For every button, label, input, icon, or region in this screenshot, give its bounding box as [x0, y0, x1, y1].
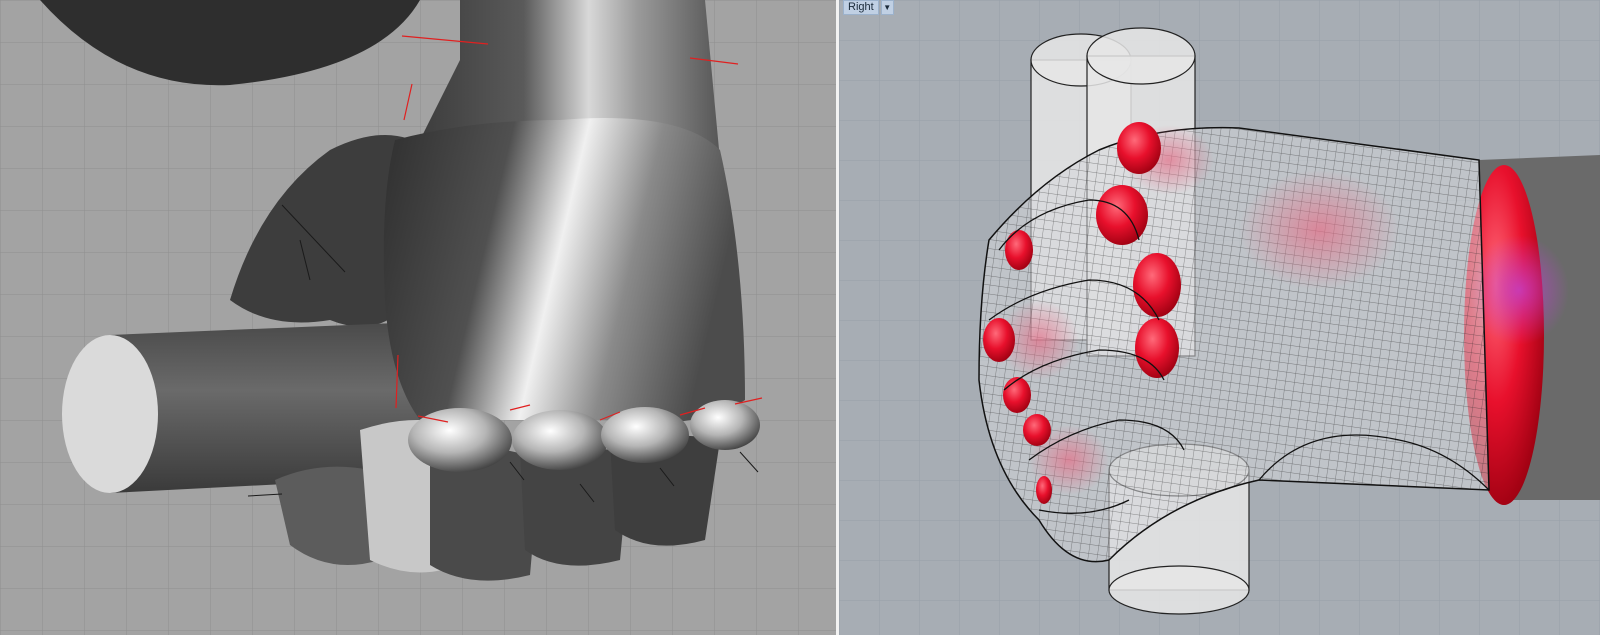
chevron-down-icon[interactable]: ▼ [880, 0, 894, 15]
viewport-title-bar: Right ▼ [843, 0, 894, 15]
pink-region-1 [1239, 170, 1399, 290]
viewport-name-tab[interactable]: Right [843, 0, 879, 15]
shaded-scene [0, 0, 836, 635]
knuckle-4 [690, 400, 760, 450]
rhino-workspace: Right ▼ [0, 0, 1600, 635]
hand-back-mesh[interactable] [383, 118, 745, 423]
knuckle-3 [601, 407, 689, 463]
viewport-left-shaded[interactable] [0, 0, 836, 635]
ghosted-scene [839, 0, 1600, 635]
knuckle-2 [512, 410, 608, 470]
viewport-right-ghosted[interactable]: Right ▼ [839, 0, 1600, 635]
cylinder-end-cap [62, 335, 158, 493]
